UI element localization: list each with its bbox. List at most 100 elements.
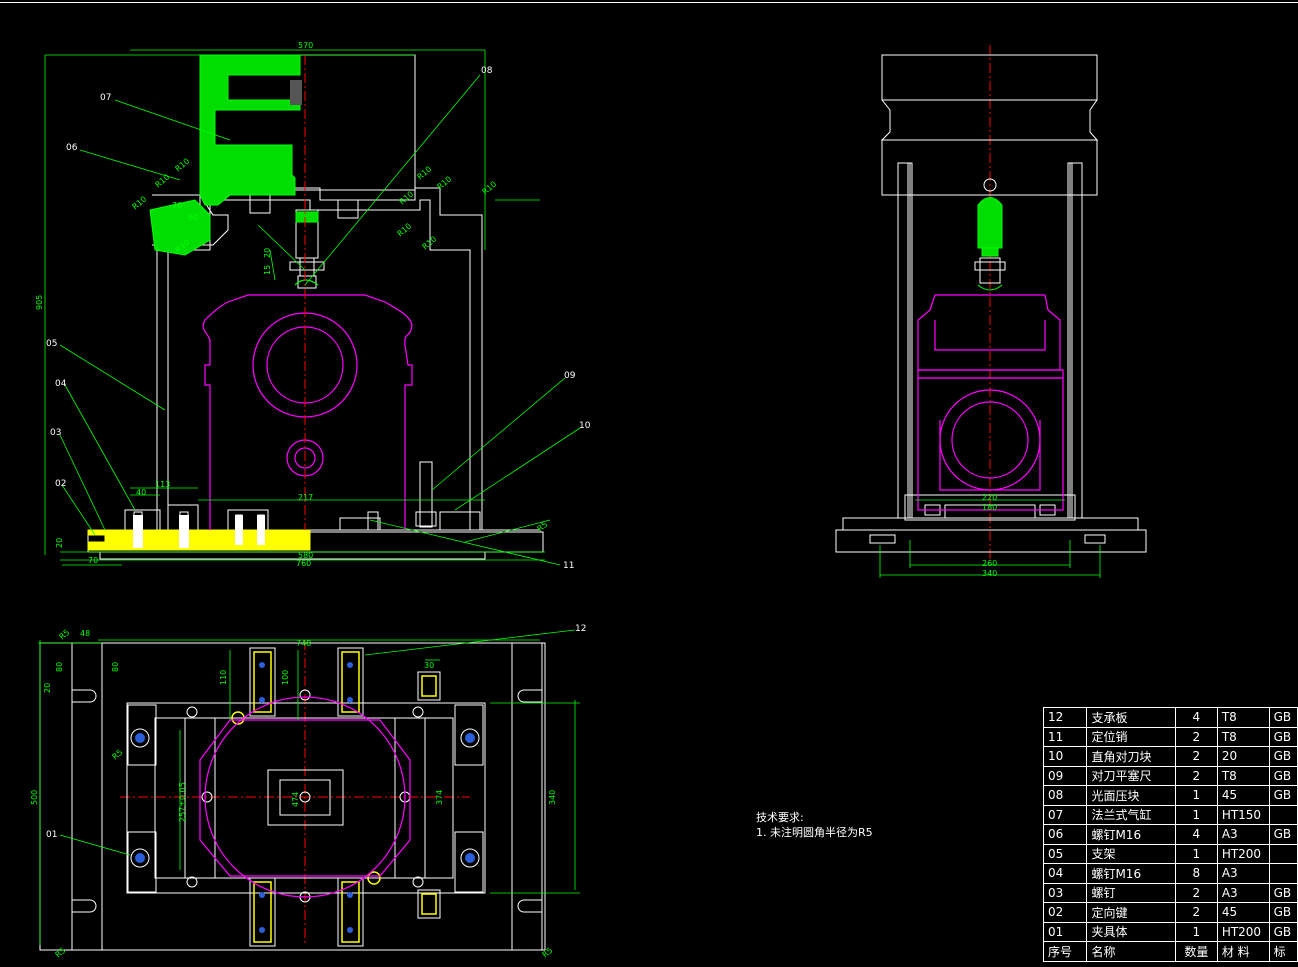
bom-row: 12 支承板 4 T8 GB — [1042, 707, 1298, 728]
svg-text:760: 760 — [296, 559, 311, 568]
balloon-10: 10 — [579, 421, 591, 431]
balloon-09: 09 — [564, 371, 576, 381]
bom-cell-qty: 2 — [1174, 765, 1218, 786]
bom-cell-std: GB — [1268, 921, 1298, 942]
bom-cell-name: 光面压块 — [1086, 785, 1176, 806]
bom-cell-no: 序号 — [1042, 941, 1088, 962]
bom-cell-no: 09 — [1042, 765, 1088, 786]
svg-text:340: 340 — [982, 569, 997, 578]
svg-text:R10: R10 — [416, 165, 434, 182]
svg-text:474: 474 — [291, 792, 300, 807]
balloon-06: 06 — [66, 143, 78, 153]
svg-text:R5: R5 — [111, 748, 125, 762]
bom-cell-qty: 8 — [1174, 863, 1218, 884]
bom-cell-mat: 20 — [1216, 746, 1270, 767]
balloon-01: 01 — [46, 830, 57, 840]
svg-text:80: 80 — [55, 662, 64, 672]
bom-row: 02 定向键 2 45 GB — [1042, 902, 1298, 923]
bom-row: 11 定位销 2 T8 GB — [1042, 726, 1298, 747]
svg-text:500: 500 — [30, 790, 39, 805]
svg-text:374: 374 — [435, 790, 444, 805]
balloon-03: 03 — [50, 428, 61, 438]
bom-cell-qty: 2 — [1174, 882, 1218, 903]
bom-cell-name: 支架 — [1086, 843, 1176, 864]
bom-cell-mat: 45 — [1216, 785, 1270, 806]
bom-cell-qty: 2 — [1174, 726, 1218, 747]
bom-cell-std: GB — [1268, 902, 1298, 923]
svg-text:R10: R10 — [396, 222, 414, 239]
bom-cell-mat: A3 — [1216, 824, 1270, 845]
balloon-04: 04 — [55, 379, 67, 389]
balloon-11: 11 — [563, 561, 574, 571]
svg-text:220: 220 — [982, 493, 997, 502]
bom-cell-std: GB — [1268, 785, 1298, 806]
svg-text:R10: R10 — [421, 235, 439, 252]
notes-heading: 技术要求: — [756, 811, 804, 824]
bom-cell-qty: 2 — [1174, 746, 1218, 767]
front-balloons: 07 06 05 04 03 02 08 09 10 11 — [46, 66, 591, 571]
svg-text:R5: R5 — [541, 946, 555, 960]
svg-text:R10: R10 — [131, 195, 149, 212]
bom-cell-name: 对刀平塞尺 — [1086, 765, 1176, 786]
bom-cell-no: 12 — [1042, 707, 1088, 728]
bom-cell-qty: 1 — [1174, 785, 1218, 806]
bom-cell-mat: HT200 — [1216, 921, 1270, 942]
technical-requirements: 技术要求: 1. 未注明圆角半径为R5 — [756, 810, 873, 840]
bom-cell-std: GB — [1268, 746, 1298, 767]
bom-row: 01 夹具体 1 HT200 GB — [1042, 921, 1298, 942]
front-dimensions — [44, 49, 581, 566]
svg-text:R5: R5 — [536, 520, 550, 534]
notes-item-1: 1. 未注明圆角半径为R5 — [756, 826, 873, 839]
bom-cell-qty: 4 — [1174, 824, 1218, 845]
bom-cell-name: 直角对刀块 — [1086, 746, 1176, 767]
bom-cell-std: GB — [1268, 824, 1298, 845]
svg-text:20: 20 — [55, 538, 64, 548]
bom-row: 03 螺钉 2 A3 GB — [1042, 882, 1298, 903]
svg-text:48: 48 — [80, 629, 90, 638]
bom-cell-no: 10 — [1042, 746, 1088, 767]
svg-text:15: 15 — [263, 265, 272, 275]
bom-cell-std: 标 — [1268, 941, 1298, 962]
bom-cell-name: 夹具体 — [1086, 921, 1176, 942]
bom-cell-name: 螺钉 — [1086, 882, 1176, 903]
bom-cell-no: 04 — [1042, 863, 1088, 884]
svg-text:70: 70 — [88, 556, 98, 565]
bom-cell-qty: 4 — [1174, 707, 1218, 728]
svg-text:R5: R5 — [54, 946, 68, 960]
bom-cell-name: 螺钉M16 — [1086, 863, 1176, 884]
bom-cell-mat: 45 — [1216, 902, 1270, 923]
svg-text:R10: R10 — [174, 157, 192, 174]
dim-570: 570 — [298, 41, 313, 50]
bom-cell-std — [1268, 843, 1298, 864]
svg-text:70: 70 — [172, 201, 182, 210]
bom-cell-name: 定向键 — [1086, 902, 1176, 923]
bom-row: 04 螺钉M16 8 A3 — [1042, 863, 1298, 884]
svg-text:R10: R10 — [481, 180, 499, 197]
balloon-05: 05 — [46, 339, 57, 349]
bom-cell-no: 03 — [1042, 882, 1088, 903]
svg-text:748: 748 — [296, 639, 311, 648]
bom-cell-qty: 1 — [1174, 804, 1218, 825]
svg-text:30: 30 — [424, 661, 434, 670]
bom-cell-no: 01 — [1042, 921, 1088, 942]
bom-cell-std: GB — [1268, 707, 1298, 728]
bom-cell-std — [1268, 804, 1298, 825]
balloon-02: 02 — [55, 479, 66, 489]
bom-cell-qty: 2 — [1174, 902, 1218, 923]
bom-cell-name: 名称 — [1086, 941, 1176, 962]
bom-row: 08 光面压块 1 45 GB — [1042, 785, 1298, 806]
bom-cell-name: 定位销 — [1086, 726, 1176, 747]
bom-row: 05 支架 1 HT200 — [1042, 843, 1298, 864]
svg-text:100: 100 — [281, 670, 290, 685]
front-dim-text: 570 905 R10 R10 R10 R10 R10 R10 R10 R10 … — [35, 41, 549, 568]
workpiece-side — [917, 294, 1064, 511]
bom-cell-qty: 1 — [1174, 843, 1218, 864]
bom-cell-qty: 数量 — [1174, 941, 1218, 962]
svg-text:110: 110 — [219, 670, 228, 685]
bom-cell-std — [1268, 863, 1298, 884]
bom-cell-std: GB — [1268, 882, 1298, 903]
svg-text:R10: R10 — [398, 190, 416, 207]
bom-row: 07 法兰式气缸 1 HT150 — [1042, 804, 1298, 825]
svg-text:217: 217 — [298, 493, 313, 502]
bom-cell-qty: 1 — [1174, 921, 1218, 942]
